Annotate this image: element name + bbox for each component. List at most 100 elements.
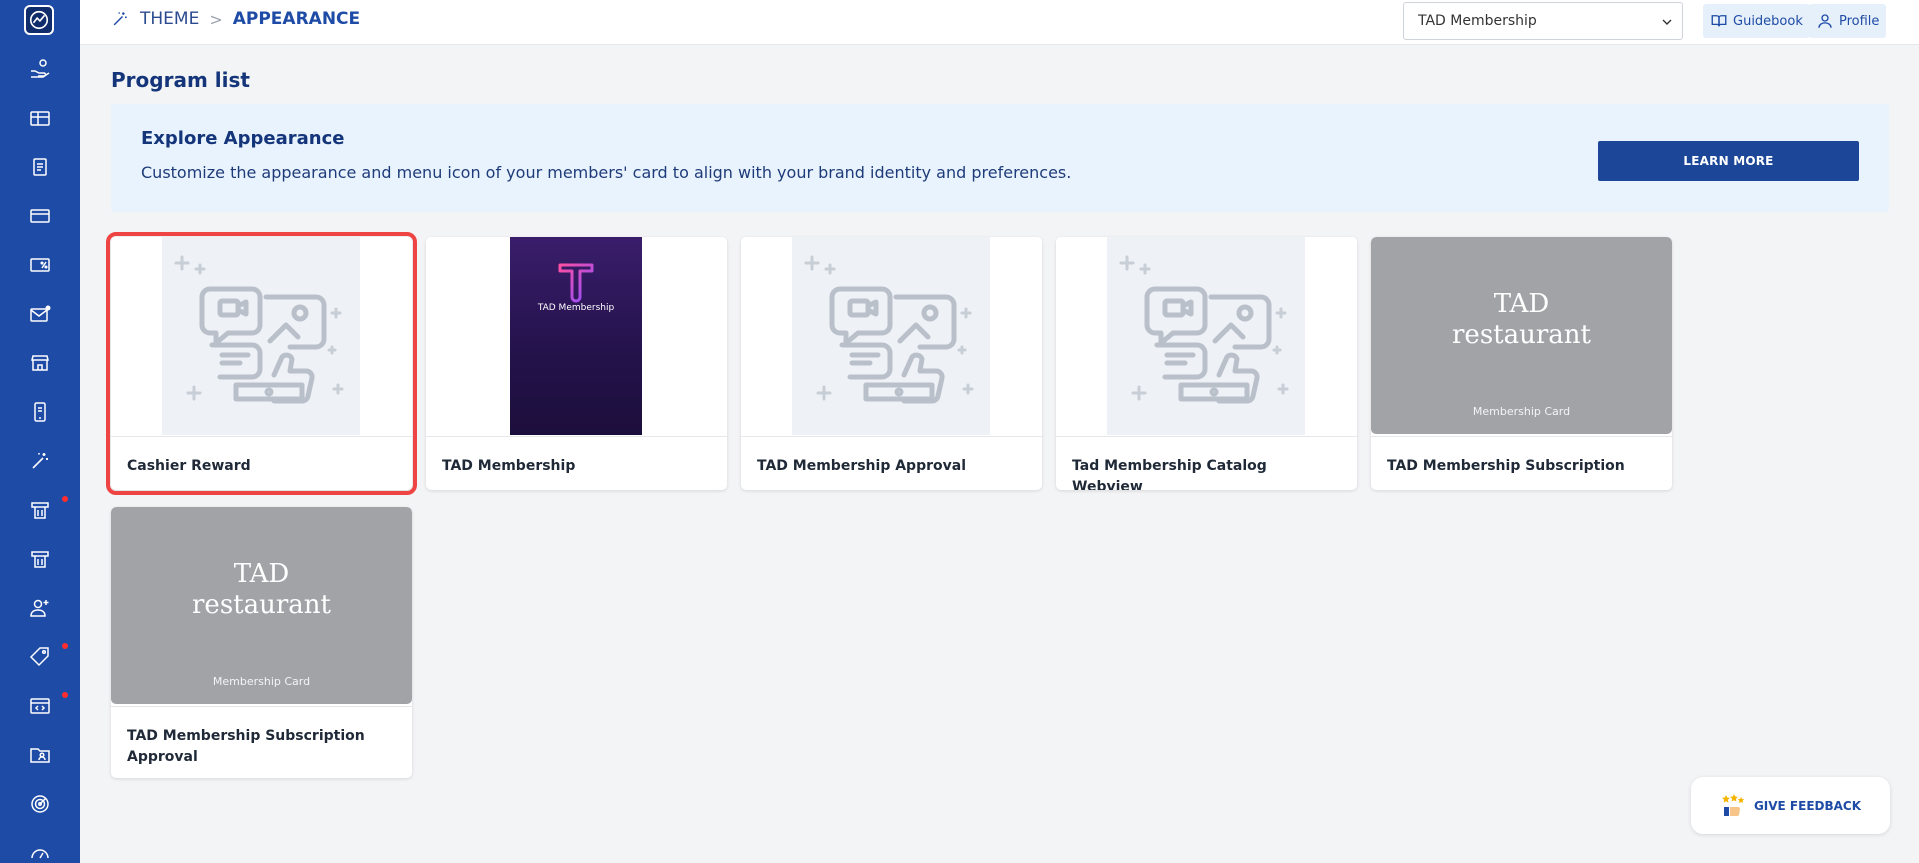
program-select[interactable]: TAD Membership	[1403, 2, 1683, 40]
sidebar-item-targets[interactable]	[0, 779, 80, 828]
sidebar-item-files[interactable]	[0, 730, 80, 779]
user-add-icon	[30, 599, 49, 617]
program-card-cashier-reward[interactable]: Cashier Reward	[106, 232, 417, 495]
give-feedback-label: GIVE FEEDBACK	[1753, 798, 1862, 813]
folder-user-icon	[30, 747, 50, 763]
sidebar-item-gift-card[interactable]	[0, 93, 80, 142]
sidebar-item-cards[interactable]	[0, 191, 80, 240]
sidebar	[0, 0, 80, 863]
preview-title: TAD restaurant	[1371, 289, 1672, 351]
target-icon	[31, 794, 49, 813]
card-thumbnail: TAD Membership	[426, 237, 727, 435]
voucher-icon	[31, 501, 49, 519]
sidebar-item-tags[interactable]	[0, 632, 80, 681]
card-title: Tad Membership Catalog Webview	[1072, 458, 1267, 490]
card-title: TAD Membership	[442, 458, 576, 474]
mail-notification-icon	[30, 305, 51, 322]
app-preview-label: TAD Membership	[537, 303, 615, 313]
notification-dot	[62, 643, 68, 649]
preview-title-line1: TAD	[1493, 289, 1550, 319]
membership-card-preview: TAD restaurant Membership Card	[1371, 237, 1672, 434]
sidebar-item-discounts[interactable]	[0, 240, 80, 289]
breadcrumb: THEME > APPEARANCE	[110, 9, 360, 29]
chevron-down-icon	[1662, 19, 1672, 25]
document-icon	[33, 157, 47, 176]
notification-dot	[62, 692, 68, 698]
learn-more-button[interactable]: LEARN MORE	[1598, 141, 1859, 181]
page-title: Program list	[111, 68, 250, 92]
media-placeholder-icon	[804, 255, 974, 404]
app-preview-image: TAD Membership	[510, 237, 642, 435]
sidebar-item-members[interactable]	[0, 583, 80, 632]
feedback-stars-icon	[1722, 793, 1745, 816]
sidebar-item-rewards[interactable]	[0, 44, 80, 93]
preview-subtitle: Membership Card	[212, 675, 311, 688]
card-title: Cashier Reward	[127, 458, 251, 474]
card-title: TAD Membership Approval	[757, 458, 966, 474]
card-title: TAD Membership Subscription	[1387, 458, 1625, 474]
sidebar-item-dashboard[interactable]	[0, 828, 80, 863]
program-card-tad-membership-subscription-approval[interactable]: TAD restaurant Membership Card TAD Membe…	[111, 507, 412, 778]
gauge-icon	[31, 848, 49, 858]
program-card-tad-membership-approval[interactable]: TAD Membership Approval	[741, 237, 1042, 490]
chart-logo-icon	[29, 10, 49, 30]
program-card-tad-membership-subscription[interactable]: TAD restaurant Membership Card TAD Membe…	[1371, 237, 1672, 490]
book-icon	[1711, 15, 1727, 27]
tag-icon	[29, 646, 49, 666]
program-select-value: TAD Membership	[1418, 13, 1537, 29]
card-thumbnail: TAD restaurant Membership Card	[111, 507, 412, 705]
sidebar-item-webview[interactable]	[0, 681, 80, 730]
card-divider	[111, 436, 412, 437]
notification-dot	[62, 496, 68, 502]
card-divider	[426, 436, 727, 437]
store-icon	[31, 354, 49, 371]
sidebar-item-vouchers-alt[interactable]	[0, 534, 80, 583]
guidebook-label: Guidebook	[1733, 13, 1803, 29]
breadcrumb-theme[interactable]: THEME	[140, 9, 199, 29]
sidebar-item-store[interactable]	[0, 338, 80, 387]
app-logo[interactable]	[24, 5, 54, 35]
mobile-app-icon	[34, 401, 46, 422]
preview-title-line2: restaurant	[192, 590, 331, 620]
credit-card-icon	[30, 208, 50, 223]
guidebook-button[interactable]: Guidebook	[1703, 4, 1810, 38]
sidebar-item-documents[interactable]	[0, 142, 80, 191]
card-divider	[1371, 436, 1672, 437]
card-thumbnail: TAD restaurant Membership Card	[1371, 237, 1672, 435]
tad-logo-icon	[558, 263, 594, 303]
banner-title: Explore Appearance	[141, 128, 345, 149]
gift-card-icon	[30, 110, 50, 126]
profile-button[interactable]: Profile	[1809, 4, 1887, 38]
media-placeholder	[792, 237, 990, 435]
sidebar-item-messages[interactable]	[0, 289, 80, 338]
card-title: TAD Membership Subscription Approval	[127, 728, 365, 765]
voucher-alt-icon	[31, 550, 49, 568]
breadcrumb-separator: >	[209, 9, 223, 29]
discount-card-icon	[30, 257, 50, 272]
explore-banner: Explore Appearance Customize the appeara…	[111, 104, 1889, 212]
media-placeholder-icon	[1119, 255, 1289, 404]
give-feedback-button[interactable]: GIVE FEEDBACK	[1691, 777, 1890, 834]
preview-subtitle: Membership Card	[1472, 405, 1571, 418]
banner-description: Customize the appearance and menu icon o…	[141, 163, 1072, 182]
program-card-tad-membership[interactable]: TAD Membership TAD Membership	[426, 237, 727, 490]
breadcrumb-appearance: APPEARANCE	[232, 9, 361, 29]
sidebar-item-theme[interactable]	[0, 436, 80, 485]
program-card-tad-membership-catalog-webview[interactable]: Tad Membership Catalog Webview	[1056, 237, 1357, 490]
sidebar-item-vouchers[interactable]	[0, 485, 80, 534]
card-divider	[111, 706, 412, 707]
media-placeholder	[162, 237, 360, 435]
membership-card-preview: TAD restaurant Membership Card	[111, 507, 412, 704]
user-icon	[1818, 14, 1832, 28]
sidebar-nav	[0, 44, 80, 863]
preview-title-line1: TAD	[233, 559, 290, 589]
code-window-icon	[30, 697, 50, 714]
top-bar: THEME > APPEARANCE TAD Membership Guideb…	[80, 0, 1919, 45]
magic-wand-icon	[32, 452, 48, 469]
sidebar-item-mobile[interactable]	[0, 387, 80, 436]
magic-wand-icon	[113, 12, 127, 26]
card-thumbnail	[111, 237, 412, 435]
card-thumbnail	[741, 237, 1042, 435]
profile-label: Profile	[1839, 13, 1880, 29]
card-thumbnail	[1056, 237, 1357, 435]
